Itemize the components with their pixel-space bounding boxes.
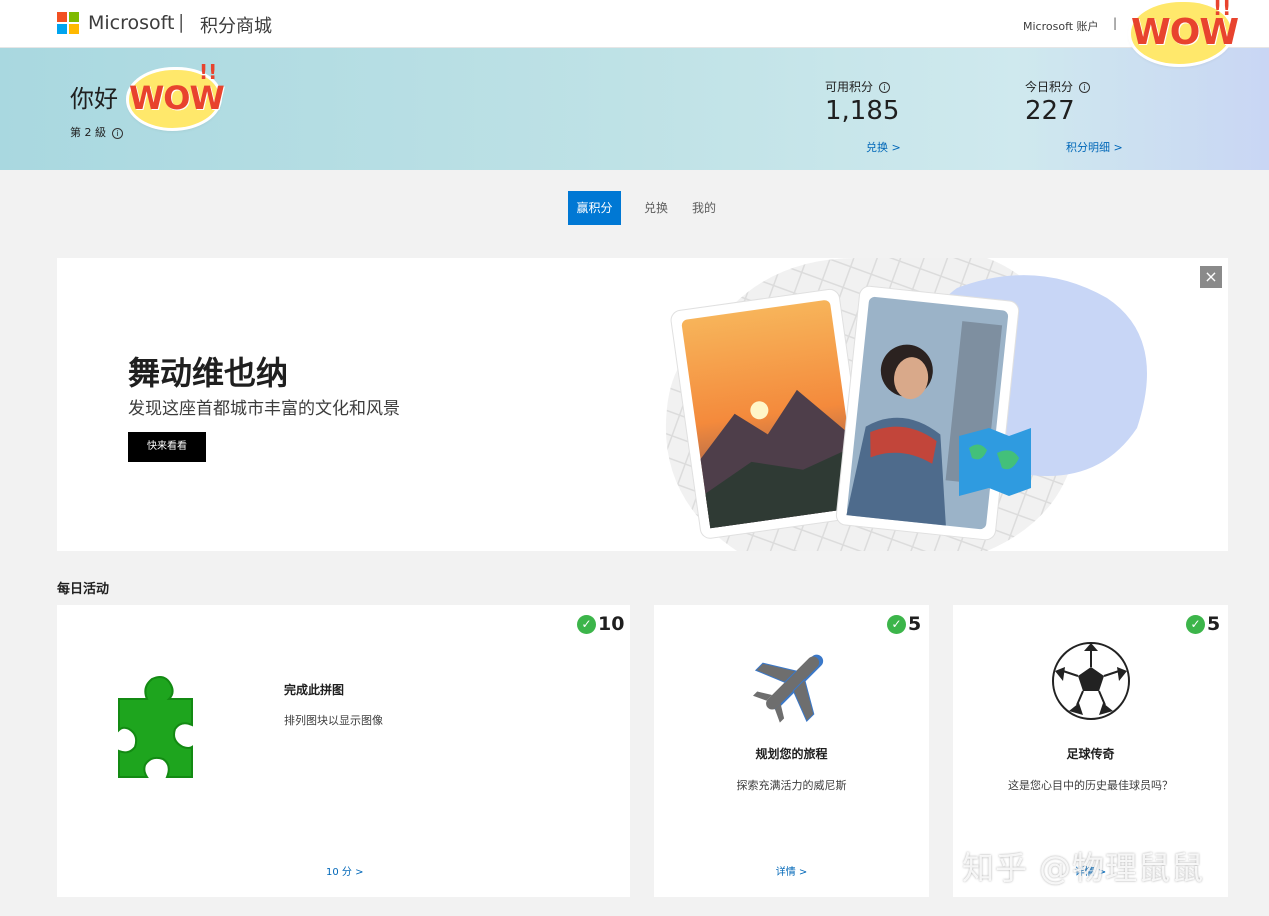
site-name[interactable]: 积分商城 (200, 12, 272, 38)
points-value: 10 (598, 613, 625, 635)
tab-redeem[interactable]: 兑换 (636, 191, 676, 225)
info-icon[interactable]: i (879, 82, 891, 93)
info-icon[interactable]: i (112, 127, 123, 139)
points-value: 5 (1207, 613, 1221, 635)
points-badge: ✓ 10 (577, 613, 624, 635)
card-description: 排列图块以显示图像 (284, 714, 383, 727)
airplane-icon (752, 654, 824, 723)
card-title: 足球传奇 (1066, 747, 1115, 761)
card-points-link[interactable]: 10 分 > (326, 863, 363, 878)
tab-mine[interactable]: 我的 (684, 191, 724, 225)
watermark: 知乎 @物理鼠鼠 (962, 849, 1205, 887)
points-value: 5 (908, 613, 922, 635)
hero-cta-button[interactable]: 快来看看 (128, 432, 206, 462)
card-details-link[interactable]: 详情 > (654, 863, 929, 878)
today-points-label-text: 今日积分 (1025, 80, 1074, 94)
account-link[interactable]: Microsoft 账户 (1023, 18, 1099, 34)
level-label: 第 2 級 i (70, 124, 123, 140)
hero-subtitle: 发现这座首都城市丰富的文化和风景 (128, 399, 400, 419)
woman-photo (835, 285, 1020, 541)
puzzle-icon (118, 676, 193, 778)
points-badge: ✓ 5 (1186, 613, 1220, 635)
today-points-label: 今日积分 i (1025, 78, 1091, 95)
card-title: 规划您的旅程 (755, 747, 828, 761)
points-badge: ✓ 5 (887, 613, 921, 635)
check-icon: ✓ (577, 615, 596, 634)
wow-sticker-avatar[interactable]: WOW !! (1131, 0, 1239, 64)
brand-separator: | (178, 11, 185, 33)
map-icon (959, 428, 1031, 496)
close-icon[interactable]: × (1200, 266, 1222, 288)
available-points-label: 可用积分 i (825, 78, 891, 95)
brand-name[interactable]: Microsoft (88, 12, 174, 34)
card-description: 探索充满活力的威尼斯 (736, 779, 847, 792)
tab-earn[interactable]: 赢积分 (568, 191, 621, 225)
sticker-bang: !! (1213, 0, 1232, 20)
hero-title: 舞动维也纳 (128, 354, 289, 392)
top-bar: Microsoft | 积分商城 Microsoft 账户 | (0, 0, 1269, 48)
wow-sticker-greeting: WOW !! (129, 60, 225, 128)
sticker-text: WOW (129, 79, 225, 117)
available-points-value: 1,185 (825, 96, 900, 126)
card-description: 这是您心目中的历史最佳球员吗？ (1008, 779, 1173, 792)
available-points-label-text: 可用积分 (825, 80, 874, 94)
level-text: 第 2 級 (70, 126, 106, 139)
hero-card[interactable]: 舞动维也纳 发现这座首都城市丰富的文化和风景 快来看看 × (57, 258, 1228, 551)
microsoft-logo-icon[interactable] (57, 12, 79, 34)
card-title: 完成此拼图 (284, 683, 345, 697)
activity-card-travel[interactable]: ✓ 5 规划您的旅程 探索充满活力的威尼斯 详情 > (654, 605, 929, 897)
account-separator: | (1113, 16, 1118, 30)
check-icon: ✓ (887, 615, 906, 634)
daily-activities-title: 每日活动 (57, 582, 110, 597)
info-icon[interactable]: i (1079, 82, 1091, 93)
soccer-ball-icon (1052, 642, 1130, 720)
points-details-link[interactable]: 积分明细 > (1066, 139, 1123, 155)
today-points-value: 227 (1025, 96, 1075, 126)
greeting: 你好 (70, 85, 118, 113)
redeem-link[interactable]: 兑换 > (866, 139, 901, 155)
check-icon: ✓ (1186, 615, 1205, 634)
sticker-bang: !! (199, 60, 218, 84)
activity-card-puzzle[interactable]: ✓ 10 完成此拼图 排列图块以显示图像 10 分 > (57, 605, 630, 897)
